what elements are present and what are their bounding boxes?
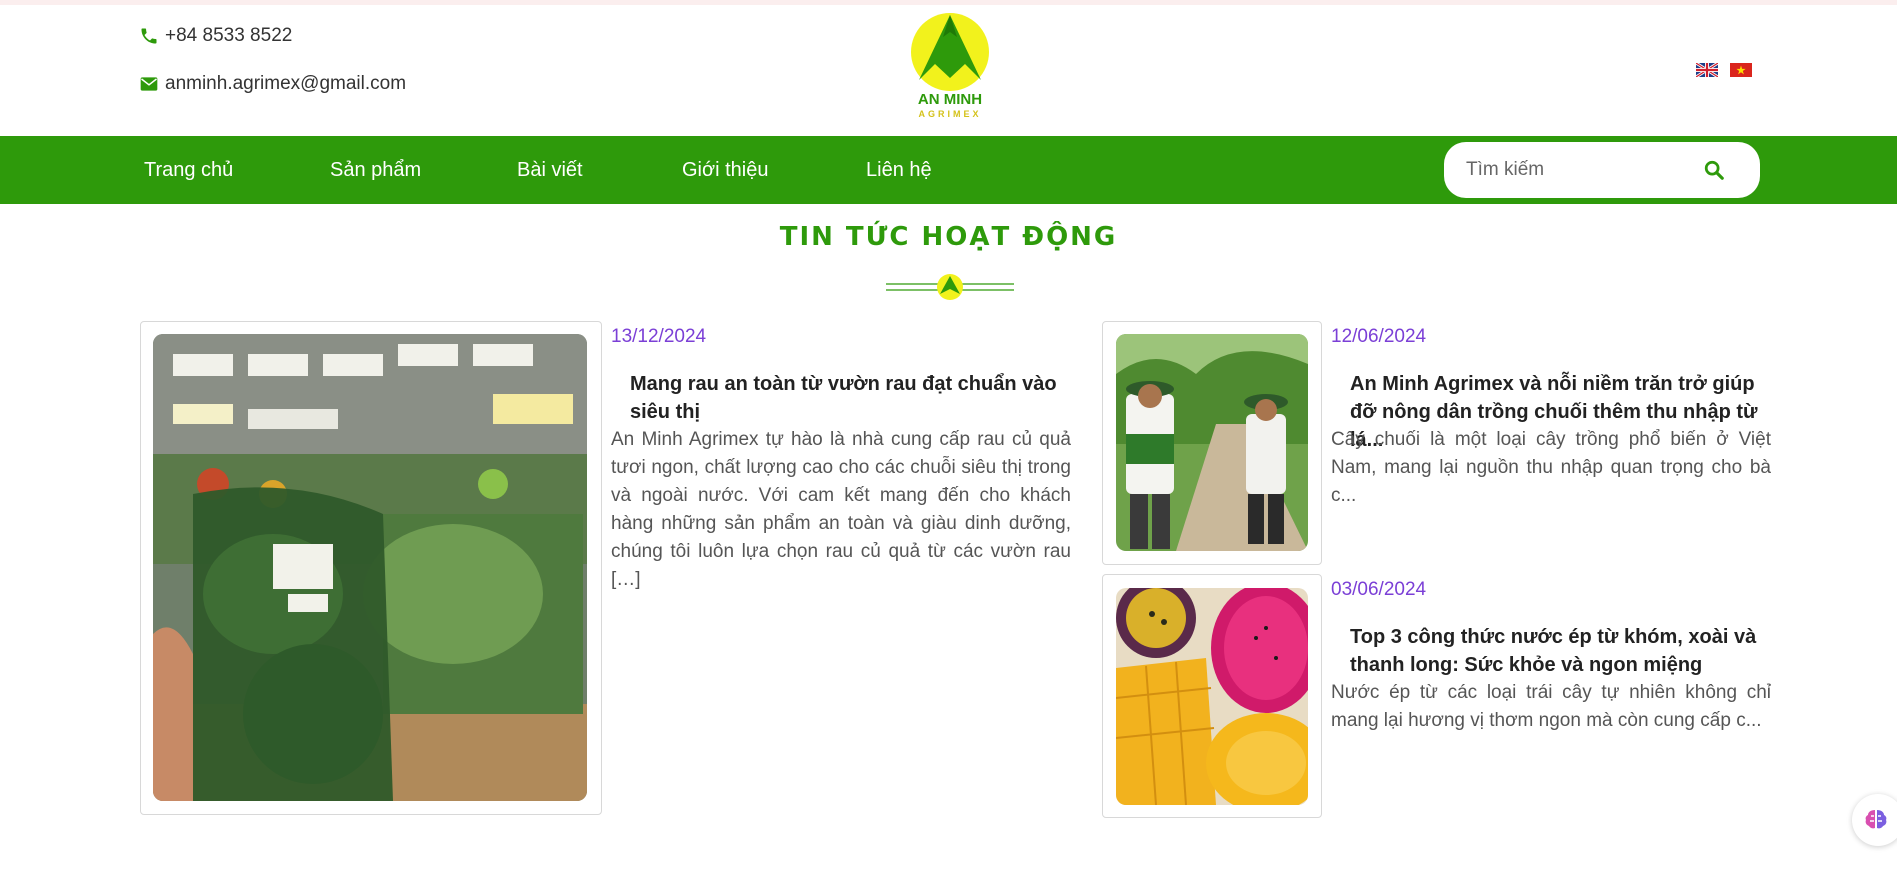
post-excerpt-2: Cây chuối là một loại cây trồng phổ biến… — [1331, 429, 1771, 506]
email-address: anminh.agrimex@gmail.com — [165, 73, 407, 94]
nav-contact[interactable]: Liên hệ — [866, 136, 932, 204]
top-accent-line — [0, 0, 1897, 5]
envelope-icon — [140, 77, 158, 91]
tropical-fruits-image — [1116, 588, 1308, 805]
logo-text: AN MINH — [918, 91, 982, 108]
post-title-3[interactable]: Top 3 công thức nước ép từ khóm, xoài và… — [1350, 623, 1770, 679]
uk-flag-icon[interactable] — [1696, 63, 1718, 77]
email-contact[interactable]: anminh.agrimex@gmail.com — [139, 73, 406, 95]
vietnam-flag-icon[interactable] — [1730, 63, 1752, 77]
section-title: TIN TỨC HOẠT ĐỘNG — [779, 222, 1118, 252]
nav-articles[interactable]: Bài viết — [517, 136, 583, 204]
banana-farm-image — [1116, 334, 1308, 551]
supermarket-vegetables-image — [153, 334, 587, 801]
title-divider — [886, 274, 1014, 300]
post-date-1: 13/12/2024 — [611, 326, 707, 347]
nav-home[interactable]: Trang chủ — [144, 136, 233, 204]
post-thumbnail-1[interactable] — [153, 334, 587, 801]
phone-number: +84 8533 8522 — [165, 25, 293, 46]
brain-icon — [1865, 810, 1887, 829]
post-date-3: 03/06/2024 — [1331, 579, 1427, 600]
search-icon[interactable] — [1703, 159, 1725, 181]
phone-contact[interactable]: +84 8533 8522 — [139, 25, 292, 47]
search-input[interactable] — [1464, 158, 1698, 182]
mountain-logo-icon: AN MINH AGRIMEX — [911, 13, 989, 119]
post-excerpt-3: Nước ép từ các loại trái cây tự nhiên kh… — [1331, 682, 1771, 731]
nav-products[interactable]: Sản phẩm — [330, 136, 421, 204]
phone-icon — [141, 28, 157, 44]
site-logo[interactable]: AN MINH AGRIMEX — [905, 12, 995, 122]
floating-assistant-button[interactable] — [1852, 794, 1897, 846]
nav-about[interactable]: Giới thiệu — [682, 136, 768, 204]
post-date-2: 12/06/2024 — [1331, 326, 1427, 347]
logo-subtext: AGRIMEX — [918, 109, 981, 119]
post-thumbnail-2[interactable] — [1116, 334, 1308, 551]
search-box — [1444, 142, 1760, 198]
post-excerpt-1: An Minh Agrimex tự hào là nhà cung cấp r… — [611, 429, 1071, 590]
language-switcher — [1696, 63, 1752, 77]
post-thumbnail-3[interactable] — [1116, 588, 1308, 805]
post-title-1[interactable]: Mang rau an toàn từ vườn rau đạt chuẩn v… — [630, 370, 1070, 426]
